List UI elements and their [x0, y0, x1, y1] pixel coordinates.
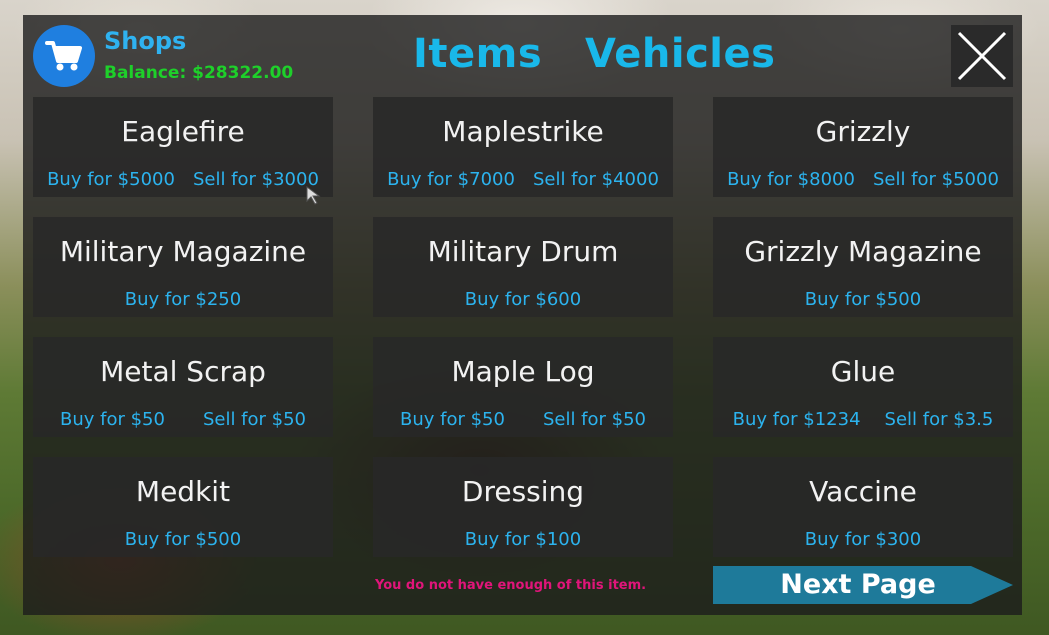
shop-header: Shops Balance: $28322.00 Items Vehicles — [23, 15, 1022, 97]
item-card-vaccine[interactable]: Vaccine Buy for $300 — [713, 457, 1013, 557]
buy-button[interactable]: Buy for $250 — [125, 289, 241, 310]
mouse-cursor-icon — [306, 186, 321, 205]
item-card-maple-log[interactable]: Maple Log Buy for $50 Sell for $50 — [373, 337, 673, 437]
sell-button[interactable]: Sell for $50 — [543, 409, 646, 430]
item-card-metal-scrap[interactable]: Metal Scrap Buy for $50 Sell for $50 — [33, 337, 333, 437]
item-card-medkit[interactable]: Medkit Buy for $500 — [33, 457, 333, 557]
item-name: Maplestrike — [442, 115, 604, 148]
item-name: Vaccine — [809, 475, 917, 508]
item-name: Grizzly Magazine — [744, 235, 982, 268]
shops-title: Shops — [104, 27, 187, 55]
warning-message: You do not have enough of this item. — [375, 578, 647, 593]
item-name: Medkit — [135, 475, 231, 508]
sell-button[interactable]: Sell for $4000 — [533, 169, 659, 190]
sell-button[interactable]: Sell for $3.5 — [885, 409, 994, 430]
item-card-military-magazine[interactable]: Military Magazine Buy for $250 — [33, 217, 333, 317]
buy-button[interactable]: Buy for $8000 — [727, 169, 855, 190]
sell-button[interactable]: Sell for $3000 — [193, 169, 319, 190]
item-name: Maple Log — [451, 355, 595, 388]
balance-text: Balance: $28322.00 — [104, 63, 294, 83]
buy-button[interactable]: Buy for $500 — [805, 289, 921, 310]
buy-button[interactable]: Buy for $1234 — [733, 409, 861, 430]
buy-button[interactable]: Buy for $600 — [465, 289, 581, 310]
shop-panel: Shops Balance: $28322.00 Items Vehicles … — [23, 15, 1022, 615]
item-card-maplestrike[interactable]: Maplestrike Buy for $7000 Sell for $4000 — [373, 97, 673, 197]
item-card-grizzly-magazine[interactable]: Grizzly Magazine Buy for $500 — [713, 217, 1013, 317]
item-name: Military Magazine — [59, 235, 307, 268]
buy-button[interactable]: Buy for $500 — [125, 529, 241, 550]
item-card-glue[interactable]: Glue Buy for $1234 Sell for $3.5 — [713, 337, 1013, 437]
tab-vehicles[interactable]: Vehicles — [585, 31, 775, 77]
buy-button[interactable]: Buy for $7000 — [387, 169, 515, 190]
sell-button[interactable]: Sell for $50 — [203, 409, 306, 430]
close-icon — [957, 31, 1007, 81]
buy-button[interactable]: Buy for $100 — [465, 529, 581, 550]
item-name: Grizzly — [815, 115, 911, 148]
next-page-label: Next Page — [780, 569, 936, 600]
buy-button[interactable]: Buy for $300 — [805, 529, 921, 550]
shopping-cart-icon — [33, 25, 95, 87]
sell-button[interactable]: Sell for $5000 — [873, 169, 999, 190]
buy-button[interactable]: Buy for $50 — [400, 409, 505, 430]
item-card-grizzly[interactable]: Grizzly Buy for $8000 Sell for $5000 — [713, 97, 1013, 197]
item-name: Military Drum — [427, 235, 619, 268]
buy-button[interactable]: Buy for $50 — [60, 409, 165, 430]
item-name: Eaglefire — [121, 115, 245, 148]
close-button[interactable] — [951, 25, 1013, 87]
item-name: Metal Scrap — [100, 355, 266, 388]
item-name: Dressing — [461, 475, 585, 508]
item-card-dressing[interactable]: Dressing Buy for $100 — [373, 457, 673, 557]
item-card-military-drum[interactable]: Military Drum Buy for $600 — [373, 217, 673, 317]
item-name: Glue — [830, 355, 896, 388]
item-card-eaglefire[interactable]: Eaglefire Buy for $5000 Sell for $3000 — [33, 97, 333, 197]
next-page-button[interactable]: Next Page — [713, 566, 1013, 604]
tab-items[interactable]: Items — [413, 31, 542, 77]
buy-button[interactable]: Buy for $5000 — [47, 169, 175, 190]
